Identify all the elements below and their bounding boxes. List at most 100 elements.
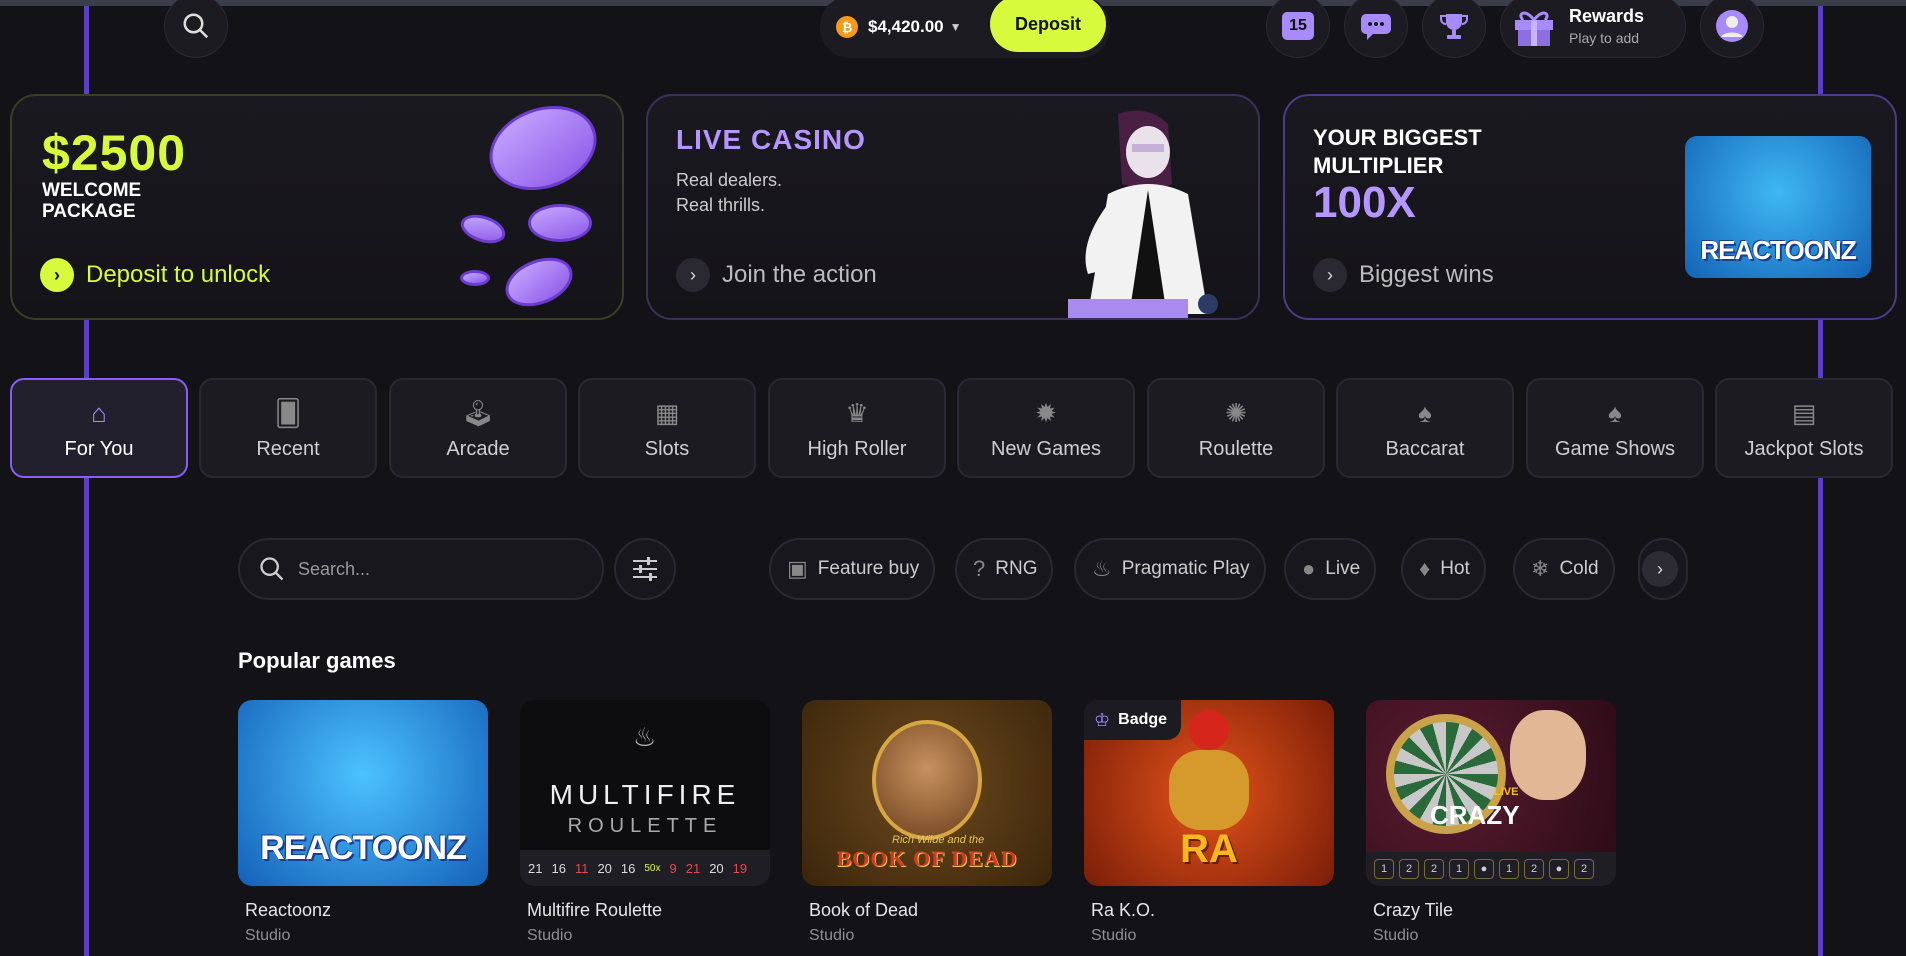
game-card-crazy-tile[interactable]: LIVE CRAZY 1 2 2 1 ● 1 2 ● 2 Crazy Tile … [1366, 700, 1616, 945]
card-icon: ♠ [1608, 398, 1622, 428]
chip-label: Cold [1559, 558, 1599, 579]
game-thumbnail[interactable]: LIVE CRAZY 1 2 2 1 ● 1 2 ● 2 [1366, 700, 1616, 886]
game-thumbnail[interactable]: ♨ MULTIFIRE ROULETTE 21 16 11 20 16 50x … [520, 700, 770, 886]
category-recent[interactable]: 🂠 Recent [199, 378, 377, 478]
result-tile: 2 [1424, 859, 1444, 879]
result-tile: 2 [1574, 859, 1594, 879]
history-number: 11 [574, 860, 589, 876]
flame-icon: ♨ [633, 722, 657, 752]
book-of-dead-logo-text: BOOK OF DEAD [836, 846, 1018, 871]
header-search-button[interactable] [164, 0, 228, 58]
chevron-right-icon: › [676, 258, 710, 292]
live-casino-banner[interactable]: LIVE CASINO Real dealers. Real thrills. … [646, 94, 1260, 320]
category-high-roller[interactable]: ♛ High Roller [768, 378, 946, 478]
chip-cold[interactable]: ❄ Cold [1513, 538, 1615, 600]
category-arcade[interactable]: 🕹 Arcade [389, 378, 567, 478]
category-label: For You [64, 437, 134, 460]
join-the-action-link[interactable]: › Join the action [676, 258, 877, 292]
result-tile: 1 [1499, 859, 1519, 879]
category-slots[interactable]: ▦ Slots [578, 378, 756, 478]
chip-feature-buy[interactable]: ▣ Feature buy [769, 538, 936, 600]
category-game-shows[interactable]: ♠ Game Shows [1526, 378, 1704, 478]
game-search-box[interactable] [238, 538, 604, 600]
category-baccarat[interactable]: ♠ Baccarat [1336, 378, 1514, 478]
chip-label: Pragmatic Play [1121, 558, 1250, 579]
reactoonz-logo-text: REACTOONZ [1700, 235, 1856, 265]
history-number: 21 [528, 860, 543, 876]
calendar-button[interactable]: 15 [1266, 0, 1330, 58]
category-for-you[interactable]: ⌂ For You [10, 378, 188, 478]
history-number: 16 [620, 860, 636, 876]
category-label: High Roller [807, 437, 907, 460]
game-studio: Studio [245, 927, 291, 944]
welcome-cta-label: Deposit to unlock [86, 261, 271, 288]
chevron-right-icon: › [1642, 551, 1678, 587]
ra-ko-logo-text: RA [1180, 827, 1238, 871]
person-icon: ● [1302, 556, 1316, 581]
multiplier-tag: 50x [644, 862, 661, 874]
leaderboard-button[interactable] [1422, 0, 1486, 58]
welcome-amount: $2500 [42, 125, 187, 181]
game-thumbnail[interactable]: Rich Wilde and the BOOK OF DEAD [802, 700, 1052, 886]
game-name: Ra K.O. [1091, 900, 1156, 920]
game-card-multifire-roulette[interactable]: ♨ MULTIFIRE ROULETTE 21 16 11 20 16 50x … [520, 700, 770, 945]
multiplier-cta-label: Biggest wins [1359, 261, 1494, 288]
live-casino-desc-line2: Real thrills. [676, 195, 766, 215]
multiplier-banner[interactable]: YOUR BIGGEST MULTIPLIER 100X REACTOONZ ›… [1283, 94, 1897, 320]
joystick-icon: 🕹 [461, 398, 495, 428]
chip-label: Feature buy [817, 558, 920, 579]
search-icon [183, 13, 209, 39]
game-card-ra-ko[interactable]: RA ♔ Badge Ra K.O. Studio [1084, 700, 1334, 945]
live-label: LIVE [1494, 786, 1519, 798]
deposit-to-unlock-link[interactable]: › Deposit to unlock [40, 258, 270, 292]
search-input[interactable] [298, 558, 578, 580]
slot-machine-icon: ▦ [654, 398, 680, 428]
explorer-portrait [872, 720, 982, 840]
flame-icon: ♦ [1419, 556, 1431, 581]
result-tile: 1 [1374, 859, 1394, 879]
category-jackpot-slots[interactable]: ▤ Jackpot Slots [1715, 378, 1893, 478]
home-icon: ⌂ [91, 398, 107, 428]
feature-buy-icon: ▣ [787, 556, 808, 581]
history-number: 21 [685, 860, 701, 876]
rewards-title: Rewards [1569, 6, 1645, 26]
calendar-icon: 15 [1282, 12, 1314, 40]
roulette-history-strip: 21 16 11 20 16 50x 9 21 20 19 [520, 850, 770, 886]
category-label: Slots [644, 437, 690, 460]
biggest-wins-link[interactable]: › Biggest wins [1313, 258, 1494, 292]
welcome-package-banner[interactable]: $2500 WELCOME PACKAGE › Deposit to unloc… [10, 94, 624, 320]
pragmatic-icon: ♨ [1092, 556, 1112, 581]
game-badge: ♔ Badge [1084, 700, 1182, 740]
game-card-book-of-dead[interactable]: Rich Wilde and the BOOK OF DEAD Book of … [802, 700, 1052, 945]
multifire-logo-subtitle: ROULETTE [567, 814, 723, 837]
category-new-games[interactable]: ✹ New Games [957, 378, 1135, 478]
multiplier-heading: YOUR BIGGEST MULTIPLIER [1313, 124, 1553, 180]
dealer-illustration [1068, 110, 1218, 318]
category-roulette[interactable]: ✺ Roulette [1147, 378, 1325, 478]
crown-icon: ♛ [845, 398, 869, 428]
category-label: Arcade [446, 437, 510, 460]
game-thumbnail[interactable]: REACTOONZ [238, 700, 488, 886]
chat-icon [1361, 14, 1391, 40]
game-name: Multifire Roulette [527, 900, 663, 920]
game-studio: Studio [1373, 927, 1419, 944]
game-thumbnail[interactable]: RA ♔ Badge [1084, 700, 1334, 886]
category-label: Roulette [1198, 437, 1274, 460]
chips-scroll-next-button[interactable]: › [1638, 538, 1688, 600]
chip-hot[interactable]: ♦ Hot [1401, 538, 1486, 600]
chat-button[interactable] [1344, 0, 1408, 58]
chip-live[interactable]: ● Live [1284, 538, 1377, 600]
category-label: Baccarat [1385, 437, 1465, 460]
chip-pragmatic-play[interactable]: ♨ Pragmatic Play [1074, 538, 1266, 600]
deposit-button[interactable]: Deposit [990, 0, 1106, 52]
sun-disc-shape [1189, 710, 1229, 750]
filter-settings-button[interactable] [614, 538, 676, 600]
game-studio: Studio [527, 927, 573, 944]
rewards-button[interactable]: Rewards Play to add [1500, 0, 1686, 58]
results-strip: 1 2 2 1 ● 1 2 ● 2 [1366, 852, 1616, 886]
multiplier-value: 100X [1313, 178, 1416, 227]
chip-label: Hot [1440, 558, 1470, 579]
chip-rng[interactable]: ? RNG [955, 538, 1054, 600]
profile-button[interactable] [1700, 0, 1764, 58]
game-card-reactoonz[interactable]: REACTOONZ Reactoonz Studio [238, 700, 488, 945]
